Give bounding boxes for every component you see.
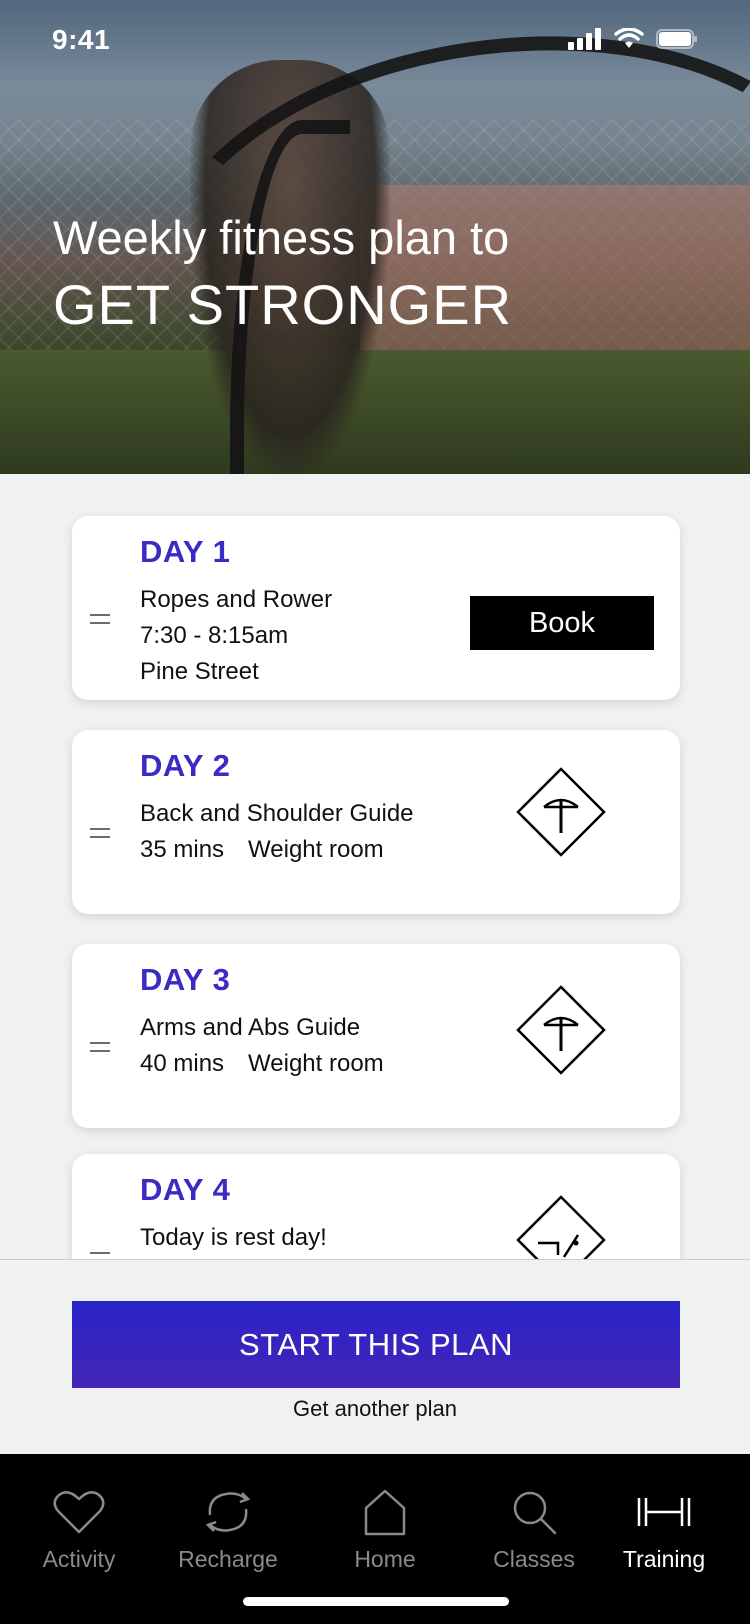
tab-home[interactable]: Home — [310, 1484, 460, 1573]
tab-classes[interactable]: Classes — [459, 1484, 609, 1573]
plan-card-day-2[interactable]: DAY 2 Back and Shoulder Guide 35 mins Wei… — [72, 730, 680, 914]
plan-list[interactable]: DAY 1 Ropes and Rower 7:30 - 8:15am Pine… — [0, 474, 750, 1260]
home-indicator[interactable] — [243, 1597, 509, 1606]
search-icon — [513, 1491, 557, 1535]
rest-message: Today is rest day! — [140, 1224, 327, 1251]
get-another-plan-link[interactable]: Get another plan — [0, 1396, 750, 1422]
plan-card-day-3[interactable]: DAY 3 Arms and Abs Guide 40 mins Weight r… — [72, 944, 680, 1128]
tab-label: Training — [622, 1546, 706, 1572]
recharge-icon — [205, 1492, 251, 1532]
guide-location: Weight room — [248, 1050, 384, 1077]
tab-activity[interactable]: Activity — [4, 1484, 154, 1573]
heart-icon — [53, 1491, 105, 1534]
hero-subtitle: Weekly fitness plan to — [53, 211, 510, 264]
class-location: Pine Street — [140, 658, 259, 685]
drag-handle-icon[interactable] — [90, 1042, 110, 1052]
list-divider — [0, 1259, 750, 1260]
cellular-signal-icon — [568, 28, 601, 50]
start-plan-button[interactable]: START THIS PLAN — [72, 1301, 680, 1388]
tab-label: Classes — [493, 1546, 575, 1572]
guide-name: Arms and Abs Guide — [140, 1014, 361, 1041]
wifi-icon — [614, 28, 644, 48]
tab-recharge[interactable]: Recharge — [153, 1484, 303, 1573]
rest-diamond-icon[interactable] — [516, 1195, 606, 1260]
day-title: DAY 4 — [140, 1172, 231, 1207]
class-time: 7:30 - 8:15am — [140, 622, 289, 649]
day-title: DAY 2 — [140, 748, 231, 783]
plan-card-day-1[interactable]: DAY 1 Ropes and Rower 7:30 - 8:15am Pine… — [72, 516, 680, 700]
guide-details: 35 mins Weight room — [140, 836, 384, 864]
battery-icon — [656, 29, 697, 49]
barbell-icon — [637, 1498, 691, 1526]
status-bar: 9:41 — [0, 0, 750, 88]
book-button[interactable]: Book — [470, 596, 654, 650]
guide-name: Back and Shoulder Guide — [140, 800, 414, 827]
dumbbell-diamond-icon[interactable] — [516, 767, 606, 857]
plan-card-day-4[interactable]: DAY 4 Today is rest day! — [72, 1154, 680, 1260]
hero-title: GET STRONGER — [53, 273, 513, 336]
tab-label: Recharge — [178, 1546, 278, 1572]
status-icons — [568, 28, 698, 50]
home-icon — [364, 1489, 406, 1536]
tab-label: Home — [354, 1546, 416, 1572]
guide-duration: 40 mins — [140, 1050, 225, 1077]
tab-training[interactable]: Training — [589, 1484, 739, 1573]
dumbbell-diamond-icon[interactable] — [516, 985, 606, 1075]
guide-duration: 35 mins — [140, 836, 225, 863]
tab-label: Activity — [42, 1546, 116, 1572]
class-name: Ropes and Rower — [140, 586, 333, 613]
day-title: DAY 1 — [140, 534, 231, 569]
guide-location: Weight room — [248, 836, 384, 863]
drag-handle-icon[interactable] — [90, 614, 110, 624]
status-time: 9:41 — [52, 24, 111, 55]
guide-details: 40 mins Weight room — [140, 1050, 384, 1078]
drag-handle-icon[interactable] — [90, 828, 110, 838]
day-title: DAY 3 — [140, 962, 231, 997]
